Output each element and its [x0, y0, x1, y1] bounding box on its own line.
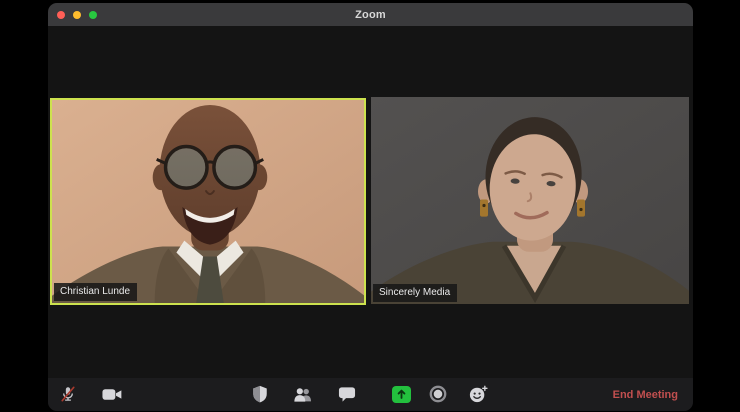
zoom-app-window: Zoom Christian Lunde Sincerely Media End…: [48, 3, 693, 411]
minimize-button[interactable]: [73, 10, 81, 19]
participant-name-label: Sincerely Media: [373, 284, 458, 302]
reactions-button[interactable]: [464, 380, 492, 408]
participants-button[interactable]: [289, 380, 317, 408]
titlebar: Zoom: [48, 3, 693, 26]
reactions-icon: [469, 385, 488, 403]
traffic-lights: [57, 3, 97, 26]
record-button[interactable]: [424, 380, 452, 408]
security-button[interactable]: [246, 380, 274, 408]
participant-name-label: Christian Lunde: [54, 283, 138, 301]
participant-video-christian: [52, 100, 364, 303]
share-screen-button[interactable]: [387, 380, 415, 408]
microphone-muted-icon: [61, 386, 75, 402]
share-screen-icon: [391, 385, 411, 403]
mute-button[interactable]: [54, 380, 82, 408]
participant-video-sincerely: [371, 97, 689, 304]
stop-video-button[interactable]: [98, 380, 126, 408]
end-meeting-button[interactable]: End Meeting: [607, 378, 684, 411]
security-shield-icon: [253, 385, 267, 403]
chat-button[interactable]: [333, 380, 361, 408]
close-button[interactable]: [57, 10, 65, 19]
video-stage: Christian Lunde Sincerely Media: [48, 26, 693, 378]
chat-bubble-icon: [338, 386, 356, 402]
window-title: Zoom: [355, 8, 386, 21]
participants-icon: [294, 387, 311, 402]
meeting-toolbar: End Meeting: [48, 378, 693, 411]
video-camera-icon: [102, 388, 122, 400]
record-icon: [429, 385, 447, 403]
video-tile-sincerely-media[interactable]: Sincerely Media: [371, 97, 689, 304]
fullscreen-button[interactable]: [89, 10, 97, 19]
video-tile-christian-lunde[interactable]: Christian Lunde: [50, 98, 366, 305]
